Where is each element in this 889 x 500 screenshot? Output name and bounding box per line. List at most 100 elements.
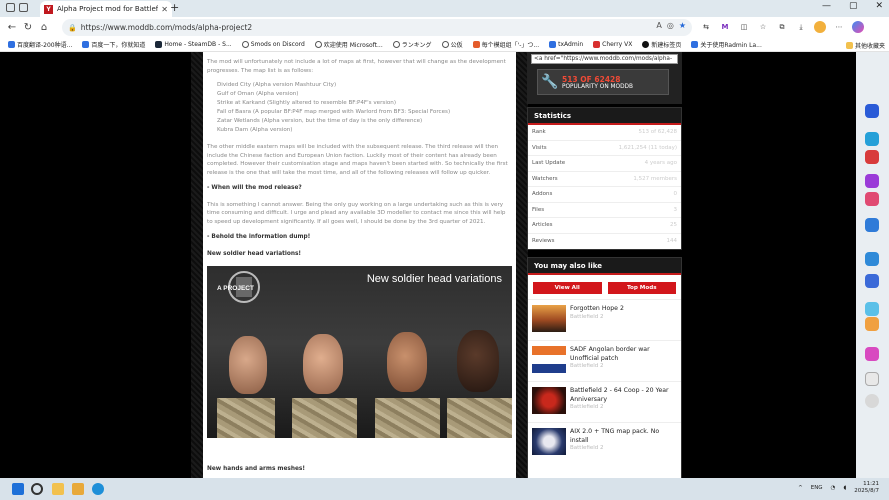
mod-game[interactable]: Battlefield 2: [570, 404, 677, 410]
article-paragraph: The mod will unfortunately not include a…: [207, 59, 506, 74]
uniform-shape: [292, 398, 357, 439]
language-indicator[interactable]: ENG: [811, 485, 823, 491]
translate-ext-icon[interactable]: ⇆: [700, 21, 712, 33]
refresh-icon[interactable]: ↻: [20, 22, 36, 33]
list-item[interactable]: Battlefield 2 - 64 Coop - 20 Year Annive…: [528, 381, 681, 422]
bookmark-item[interactable]: 百度翻译-200种语...: [8, 40, 72, 49]
stats-row: Visits 1,621,254 (11 today): [528, 141, 681, 156]
window-controls: — ▢ ✕: [822, 1, 883, 11]
file-explorer-icon[interactable]: [52, 483, 64, 495]
shopping-sidebar-icon[interactable]: [865, 192, 879, 206]
m-ext-icon[interactable]: M: [719, 21, 731, 33]
stats-label: Rank: [532, 129, 546, 136]
favorite-star-icon[interactable]: ★: [679, 21, 686, 30]
mod-name[interactable]: AIX 2.0 + TNG map pack. No install: [570, 428, 677, 445]
home-icon[interactable]: ⌂: [36, 22, 52, 33]
mod-name[interactable]: SADF Angolan border war Unofficial patch: [570, 346, 677, 363]
split-screen-icon[interactable]: ◫: [738, 21, 750, 33]
start-icon[interactable]: [12, 483, 24, 495]
uniform-shape: [447, 398, 512, 439]
list-item[interactable]: AIX 2.0 + TNG map pack. No install Battl…: [528, 422, 681, 463]
view-all-button[interactable]: View All: [533, 282, 602, 294]
bookmark-item[interactable]: 每个模组组「'-」つ...: [472, 40, 539, 49]
bookmark-item[interactable]: ランキング: [392, 40, 432, 49]
app-sidebar-icon[interactable]: [865, 347, 879, 361]
stats-row: Watchers 1,527 members: [528, 172, 681, 187]
close-window-icon[interactable]: ✕: [875, 1, 883, 11]
menu-dots-icon[interactable]: ⋯: [833, 21, 845, 33]
bookmark-item[interactable]: 百度一下，你就知道: [82, 40, 145, 49]
bookmark-item[interactable]: 公仮: [441, 40, 463, 49]
embed-code-field[interactable]: <a href="https://www.moddb.com/mods/alph…: [531, 54, 678, 64]
bookmark-item[interactable]: 关于使用Radmin La...: [691, 40, 762, 49]
collections-icon[interactable]: ⧉: [776, 21, 788, 33]
uniform-shape: [375, 398, 440, 439]
terminal-icon[interactable]: [92, 483, 104, 495]
bookmark-item[interactable]: txAdmin: [549, 41, 583, 48]
search-icon[interactable]: [31, 483, 43, 495]
link-sidebar-icon[interactable]: [865, 274, 879, 288]
settings-sidebar-icon[interactable]: [865, 394, 879, 408]
bookmark-item[interactable]: Home - SteamDB - S...: [155, 41, 232, 48]
outlook-sidebar-icon[interactable]: [865, 218, 879, 232]
moddb-favicon-icon: Y: [44, 4, 53, 14]
popularity-rank: 513 OF 62428: [562, 74, 621, 84]
top-mods-button[interactable]: Top Mods: [607, 282, 676, 294]
tab-active[interactable]: Y Alpha Project mod for Battlefield 2 ✕: [40, 1, 172, 17]
list-item: Strike at Karkand (Slightly altered to r…: [217, 100, 397, 107]
network-icon[interactable]: ◔: [831, 485, 836, 491]
folder-icon[interactable]: [72, 483, 84, 495]
mod-thumbnail[interactable]: [532, 305, 566, 332]
games-sidebar-icon[interactable]: [865, 174, 879, 188]
stats-label: Articles: [532, 222, 553, 229]
tray-overflow-icon[interactable]: ^: [798, 485, 803, 491]
mod-game[interactable]: Battlefield 2: [570, 314, 624, 320]
soldier-head: [229, 336, 267, 395]
lock-icon: 🔒: [68, 23, 77, 32]
copilot-sidebar-icon[interactable]: [865, 132, 879, 146]
soldier-heads-image[interactable]: A PROJECT New soldier head variations: [207, 266, 512, 439]
popularity-button[interactable]: 🔧 513 OF 62428 POPULARITY ON MODDB: [537, 69, 669, 95]
mod-thumbnail[interactable]: [532, 428, 566, 455]
back-icon[interactable]: ←: [4, 22, 20, 33]
clock[interactable]: 11:21 2025/8/7: [854, 481, 879, 495]
mod-thumbnail[interactable]: [532, 346, 566, 373]
minimize-icon[interactable]: —: [822, 1, 831, 11]
section-heading: - When will the mod release?: [207, 184, 302, 191]
office-sidebar-icon[interactable]: [865, 252, 879, 266]
mod-name[interactable]: Battlefield 2 - 64 Coop - 20 Year Annive…: [570, 387, 677, 404]
url-field[interactable]: 🔒 https://www.moddb.com/mods/alpha-proje…: [62, 19, 692, 36]
bookmark-item[interactable]: Cherry VX: [593, 41, 632, 48]
bookmark-icon: [593, 41, 601, 48]
favorites-icon[interactable]: ☆: [757, 21, 769, 33]
app-sidebar-icon[interactable]: [865, 317, 879, 331]
profile-avatar-icon[interactable]: [814, 21, 826, 33]
search-sidebar-icon[interactable]: [865, 104, 879, 118]
tab-list-icon[interactable]: [19, 3, 28, 12]
extension-icon[interactable]: ◎: [667, 21, 674, 30]
new-tab-icon[interactable]: +: [170, 1, 179, 14]
maximize-icon[interactable]: ▢: [849, 1, 858, 11]
add-sidebar-icon[interactable]: [865, 372, 879, 386]
volume-icon[interactable]: ◖: [843, 485, 846, 491]
mod-game[interactable]: Battlefield 2: [570, 363, 677, 369]
bookmark-icon: [642, 41, 650, 48]
mod-thumbnail[interactable]: [532, 387, 566, 414]
uniform-shape: [217, 398, 275, 439]
copilot-icon[interactable]: [852, 21, 864, 33]
list-item[interactable]: SADF Angolan border war Unofficial patch…: [528, 340, 681, 381]
bookmark-item[interactable]: 欢迎使用 Microsoft...: [314, 40, 383, 49]
workspaces-icon[interactable]: [6, 3, 15, 12]
bookmark-item[interactable]: 新建标签页: [642, 40, 681, 49]
tools-sidebar-icon[interactable]: [865, 150, 879, 164]
web-page: The mod will unfortunately not include a…: [0, 52, 889, 478]
mod-game[interactable]: Battlefield 2: [570, 445, 677, 451]
bookmark-item[interactable]: Smods on Discord: [241, 41, 305, 48]
app-sidebar-icon[interactable]: [865, 302, 879, 316]
mod-name[interactable]: Forgotten Hope 2: [570, 305, 624, 314]
downloads-icon[interactable]: ⤓: [795, 21, 807, 33]
other-bookmarks[interactable]: 其他收藏夹: [845, 41, 885, 50]
tab-close-icon[interactable]: ✕: [161, 5, 168, 14]
list-item[interactable]: Forgotten Hope 2 Battlefield 2: [528, 299, 681, 340]
read-aloud-icon[interactable]: A: [656, 21, 661, 30]
